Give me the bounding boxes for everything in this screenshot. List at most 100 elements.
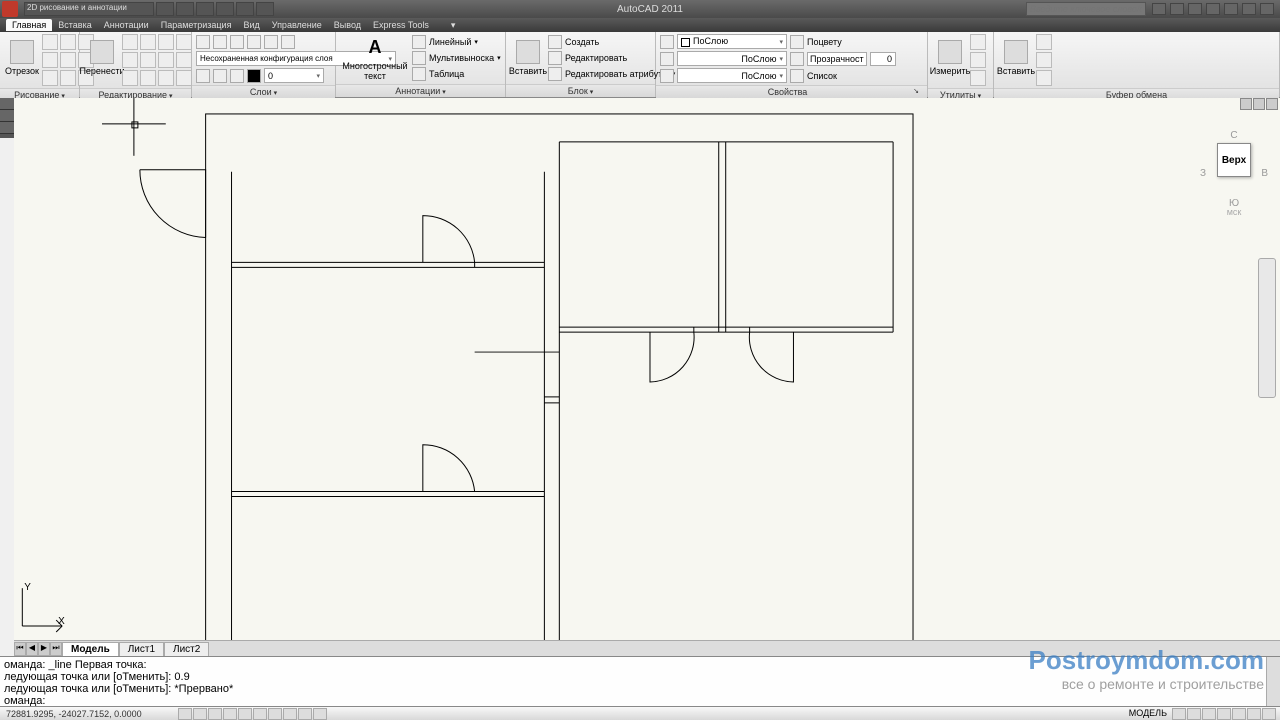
panel-properties-title[interactable]: Свойства: [768, 87, 808, 97]
erase-btn[interactable]: [176, 34, 192, 50]
ducs-toggle[interactable]: [268, 708, 282, 720]
qat-save[interactable]: [196, 2, 214, 16]
qat-print[interactable]: [256, 2, 274, 16]
layer-state-icon[interactable]: [213, 35, 227, 49]
lwt-icon[interactable]: [660, 69, 674, 83]
trans-icon[interactable]: [790, 52, 804, 66]
ortho-toggle[interactable]: [208, 708, 222, 720]
app-icon[interactable]: [2, 1, 18, 17]
exchange-btn[interactable]: [1170, 3, 1184, 15]
menu-output[interactable]: Вывод: [328, 19, 367, 31]
sb-r4[interactable]: [1217, 708, 1231, 720]
lineweight-dropdown[interactable]: ПоСлою: [677, 68, 787, 83]
menu-insert[interactable]: Вставка: [52, 19, 97, 31]
nav-bar[interactable]: [1258, 258, 1276, 398]
menu-view[interactable]: Вид: [237, 19, 265, 31]
transparency-input[interactable]: [807, 52, 867, 66]
model-indicator[interactable]: МОДЕЛЬ: [1125, 708, 1171, 720]
help-search-input[interactable]: [1026, 2, 1146, 16]
tab-model[interactable]: Модель: [62, 642, 119, 656]
menu-express[interactable]: Express Tools: [367, 19, 435, 31]
paste-button[interactable]: Вставить: [998, 34, 1034, 82]
lock2-icon[interactable]: [230, 69, 244, 83]
qp-toggle[interactable]: [313, 708, 327, 720]
util-2[interactable]: [970, 52, 986, 68]
layer-iso-icon[interactable]: [230, 35, 244, 49]
util-1[interactable]: [970, 34, 986, 50]
viewcube-face[interactable]: Верх: [1217, 143, 1251, 177]
light-icon[interactable]: [196, 69, 210, 83]
drawing-area[interactable]: Y X: [14, 98, 1280, 640]
qat-redo[interactable]: [236, 2, 254, 16]
cmd-prompt[interactable]: оманда:: [4, 695, 1276, 706]
match-btn[interactable]: [1036, 70, 1052, 86]
otrack-toggle[interactable]: [253, 708, 267, 720]
lineweight-icon[interactable]: [790, 35, 804, 49]
panel-annotation-title[interactable]: Аннотации: [395, 86, 445, 96]
layer-freeze-icon[interactable]: [264, 35, 278, 49]
circle-btn[interactable]: [60, 34, 76, 50]
vp-close[interactable]: [1266, 98, 1278, 110]
dyn-toggle[interactable]: [283, 708, 297, 720]
layer-dropdown[interactable]: 0: [264, 68, 324, 83]
menu-annotate[interactable]: Аннотации: [98, 19, 155, 31]
color-dropdown[interactable]: ПоСлою: [677, 34, 787, 49]
tab-nav-last[interactable]: ⏭: [50, 642, 62, 656]
vp-min[interactable]: [1240, 98, 1252, 110]
cut-btn[interactable]: [1036, 34, 1052, 50]
cmd-scrollbar[interactable]: [1266, 657, 1280, 706]
panel-block-title[interactable]: Блок: [568, 86, 594, 96]
transparency-value[interactable]: [870, 52, 896, 66]
rectangle-btn[interactable]: [42, 52, 58, 68]
trim-btn[interactable]: [158, 34, 174, 50]
lwt-toggle[interactable]: [298, 708, 312, 720]
rotate-btn[interactable]: [140, 34, 156, 50]
tab-layout2[interactable]: Лист2: [164, 642, 209, 656]
menu-manage[interactable]: Управление: [266, 19, 328, 31]
sb-r5[interactable]: [1232, 708, 1246, 720]
sb-r3[interactable]: [1202, 708, 1216, 720]
grid-toggle[interactable]: [193, 708, 207, 720]
mirror-btn[interactable]: [122, 52, 138, 68]
point-btn[interactable]: [60, 70, 76, 86]
close-btn[interactable]: [1260, 3, 1274, 15]
color-swatch[interactable]: [247, 69, 261, 83]
stretch-btn[interactable]: [176, 52, 192, 68]
dim-linear-btn[interactable]: Линейный▾: [412, 34, 501, 49]
color-icon[interactable]: [660, 35, 674, 49]
qat-undo[interactable]: [216, 2, 234, 16]
copy-clip-btn[interactable]: [1036, 52, 1052, 68]
sb-r7[interactable]: [1262, 708, 1276, 720]
copy-btn[interactable]: [122, 34, 138, 50]
favorites-btn[interactable]: [1188, 3, 1202, 15]
subs-btn[interactable]: [1152, 3, 1166, 15]
layer-prev-icon[interactable]: [247, 35, 261, 49]
vp-max[interactable]: [1253, 98, 1265, 110]
line-button[interactable]: Отрезок: [4, 34, 40, 82]
measure-button[interactable]: Измерить: [932, 34, 968, 82]
minimize-btn[interactable]: [1224, 3, 1238, 15]
command-line[interactable]: оманда: _line Первая точка: ледующая точ…: [0, 656, 1280, 706]
menu-parametric[interactable]: Параметризация: [155, 19, 238, 31]
menu-bullet[interactable]: ▾: [445, 19, 462, 32]
tab-nav-first[interactable]: ⏮: [14, 642, 26, 656]
chamfer-btn[interactable]: [176, 70, 192, 86]
polar-toggle[interactable]: [223, 708, 237, 720]
ltype-icon[interactable]: [660, 52, 674, 66]
tab-layout1[interactable]: Лист1: [119, 642, 164, 656]
help-btn[interactable]: [1206, 3, 1220, 15]
linetype-dropdown[interactable]: ПоСлою: [677, 51, 787, 66]
fillet-btn[interactable]: [140, 52, 156, 68]
snap-toggle[interactable]: [178, 708, 192, 720]
viewcube[interactable]: С Верх З В Ю мск: [1200, 130, 1268, 217]
properties-launcher[interactable]: ↘: [913, 87, 919, 95]
move-button[interactable]: Перенести: [84, 34, 120, 82]
mtext-button[interactable]: AМногострочный текст: [340, 34, 410, 82]
layer-lock-icon[interactable]: [281, 35, 295, 49]
table-btn[interactable]: Таблица: [412, 66, 501, 81]
panel-layers-title[interactable]: Слои: [250, 87, 277, 97]
osnap-toggle[interactable]: [238, 708, 252, 720]
offset-btn[interactable]: [158, 70, 174, 86]
qat-new[interactable]: [156, 2, 174, 16]
polyline-btn[interactable]: [42, 34, 58, 50]
